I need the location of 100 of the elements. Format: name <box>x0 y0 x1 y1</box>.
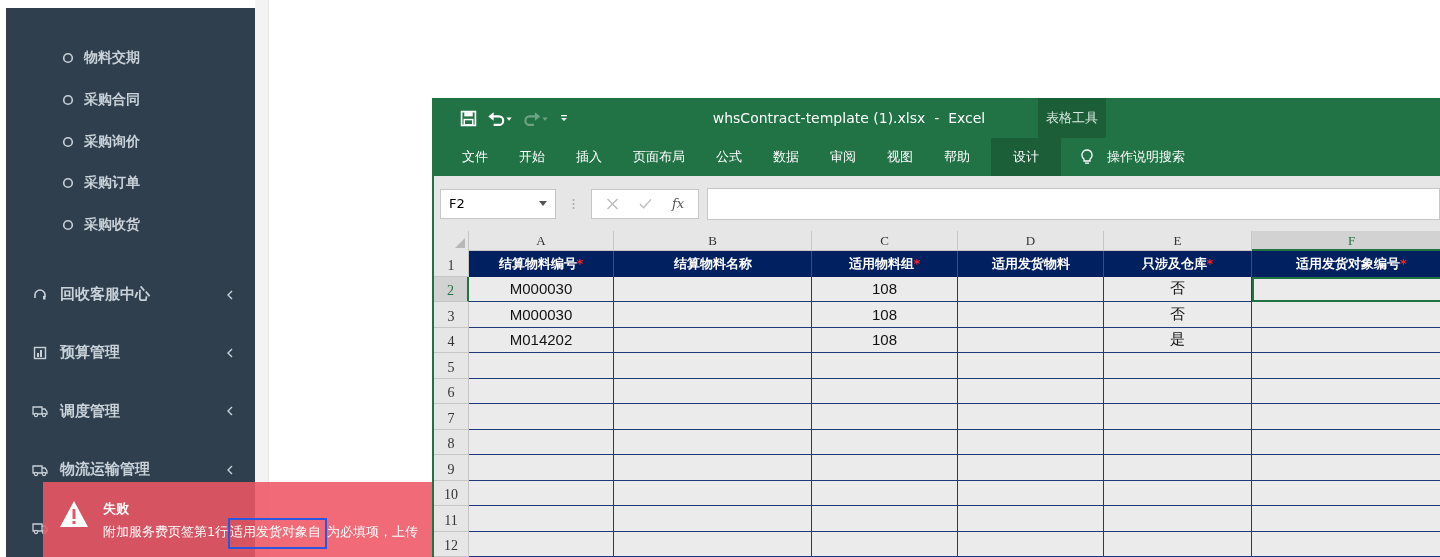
ribbon-tab[interactable]: 审阅 <box>814 138 871 176</box>
table-cell[interactable] <box>1252 455 1440 481</box>
drag-handle-icon[interactable] <box>572 197 575 210</box>
sidebar-section[interactable]: 回收客服中心 <box>6 265 255 324</box>
table-cell[interactable] <box>812 506 958 532</box>
table-cell[interactable] <box>958 378 1104 404</box>
table-cell[interactable] <box>1252 531 1440 557</box>
sidebar-subitem[interactable]: 物料交期 <box>6 37 255 79</box>
table-cell[interactable] <box>1252 276 1440 302</box>
table-cell[interactable] <box>958 302 1104 328</box>
table-cell[interactable]: 是 <box>1104 327 1252 353</box>
column-header[interactable]: F <box>1252 231 1440 251</box>
table-cell[interactable] <box>1104 480 1252 506</box>
name-box[interactable]: F2 <box>440 188 556 219</box>
table-cell[interactable] <box>812 404 958 430</box>
sidebar-section[interactable]: 物流运输管理 <box>6 440 255 499</box>
table-cell[interactable] <box>812 480 958 506</box>
column-header[interactable]: A <box>469 231 614 251</box>
row-header[interactable]: 2 <box>434 276 469 302</box>
tell-me-search[interactable]: 操作说明搜索 <box>1107 148 1185 166</box>
table-cell[interactable] <box>958 480 1104 506</box>
ribbon-tab[interactable]: 页面布局 <box>617 138 700 176</box>
table-cell[interactable] <box>1104 378 1252 404</box>
check-icon[interactable] <box>639 197 652 210</box>
table-cell[interactable] <box>469 404 614 430</box>
table-cell[interactable]: 108 <box>812 276 958 302</box>
table-cell[interactable] <box>1252 480 1440 506</box>
ribbon-tab[interactable]: 文件 <box>446 138 503 176</box>
sidebar-subitem[interactable]: 采购订单 <box>6 162 255 205</box>
table-cell[interactable] <box>1252 506 1440 532</box>
column-header[interactable]: B <box>614 231 812 251</box>
ribbon-tab[interactable]: 公式 <box>700 138 757 176</box>
table-cell[interactable] <box>469 480 614 506</box>
table-cell[interactable] <box>1104 353 1252 379</box>
table-cell[interactable] <box>614 531 812 557</box>
customize-menu-icon[interactable] <box>559 113 569 123</box>
table-cell[interactable] <box>1252 404 1440 430</box>
table-cell[interactable] <box>1252 378 1440 404</box>
sidebar-section[interactable]: 调度管理 <box>6 382 255 441</box>
undo-icon[interactable] <box>487 109 513 127</box>
table-cell[interactable] <box>469 353 614 379</box>
table-cell[interactable]: 108 <box>812 302 958 328</box>
table-cell[interactable] <box>958 353 1104 379</box>
table-cell[interactable] <box>1104 455 1252 481</box>
table-cell[interactable] <box>614 302 812 328</box>
column-header[interactable]: D <box>958 231 1104 251</box>
save-icon[interactable] <box>460 109 477 127</box>
table-cell[interactable]: M000030 <box>469 276 614 302</box>
table-cell[interactable] <box>469 378 614 404</box>
table-cell[interactable] <box>812 378 958 404</box>
table-cell[interactable] <box>614 327 812 353</box>
table-cell[interactable] <box>1104 404 1252 430</box>
table-cell[interactable]: M000030 <box>469 302 614 328</box>
table-cell[interactable] <box>958 455 1104 481</box>
table-cell[interactable] <box>614 353 812 379</box>
formula-input[interactable] <box>707 187 1440 220</box>
table-cell[interactable]: 否 <box>1104 276 1252 302</box>
insert-function-button[interactable]: fx <box>672 196 685 211</box>
table-cell[interactable] <box>614 378 812 404</box>
sidebar-section[interactable]: 预算管理 <box>6 323 255 383</box>
sidebar-subitem[interactable]: 采购收货 <box>6 204 255 247</box>
table-cell[interactable] <box>958 327 1104 353</box>
table-cell[interactable] <box>812 531 958 557</box>
table-cell[interactable] <box>614 404 812 430</box>
table-cell[interactable] <box>812 353 958 379</box>
table-cell[interactable] <box>958 276 1104 302</box>
sidebar-subitem[interactable]: 采购合同 <box>6 78 255 121</box>
table-cell[interactable] <box>958 531 1104 557</box>
sidebar-subitem[interactable]: 采购询价 <box>6 120 255 163</box>
column-header[interactable]: C <box>812 231 958 251</box>
table-cell[interactable]: 108 <box>812 327 958 353</box>
table-cell[interactable] <box>614 506 812 532</box>
table-cell[interactable] <box>1252 429 1440 455</box>
table-cell[interactable] <box>1252 302 1440 328</box>
table-cell[interactable] <box>958 506 1104 532</box>
table-cell[interactable] <box>614 276 812 302</box>
table-cell[interactable] <box>469 455 614 481</box>
table-cell[interactable]: M014202 <box>469 327 614 353</box>
table-cell[interactable] <box>469 506 614 532</box>
ribbon-tab[interactable]: 数据 <box>757 138 814 176</box>
ribbon-tab[interactable]: 帮助 <box>928 138 985 176</box>
table-cell[interactable] <box>812 455 958 481</box>
table-cell[interactable] <box>1104 429 1252 455</box>
table-cell[interactable] <box>469 429 614 455</box>
table-cell[interactable] <box>614 480 812 506</box>
column-header[interactable]: E <box>1104 231 1252 251</box>
table-cell[interactable] <box>958 429 1104 455</box>
table-cell[interactable] <box>812 429 958 455</box>
table-cell[interactable] <box>1104 506 1252 532</box>
ribbon-tab[interactable]: 开始 <box>503 138 560 176</box>
ribbon-tab[interactable]: 视图 <box>871 138 928 176</box>
ribbon-tab[interactable]: 插入 <box>560 138 617 176</box>
table-cell[interactable] <box>614 429 812 455</box>
table-cell[interactable] <box>1252 353 1440 379</box>
table-cell[interactable] <box>614 455 812 481</box>
table-cell[interactable] <box>1104 531 1252 557</box>
table-cell[interactable]: 否 <box>1104 302 1252 328</box>
table-cell[interactable] <box>1252 327 1440 353</box>
table-cell[interactable] <box>958 404 1104 430</box>
table-cell[interactable] <box>469 531 614 557</box>
